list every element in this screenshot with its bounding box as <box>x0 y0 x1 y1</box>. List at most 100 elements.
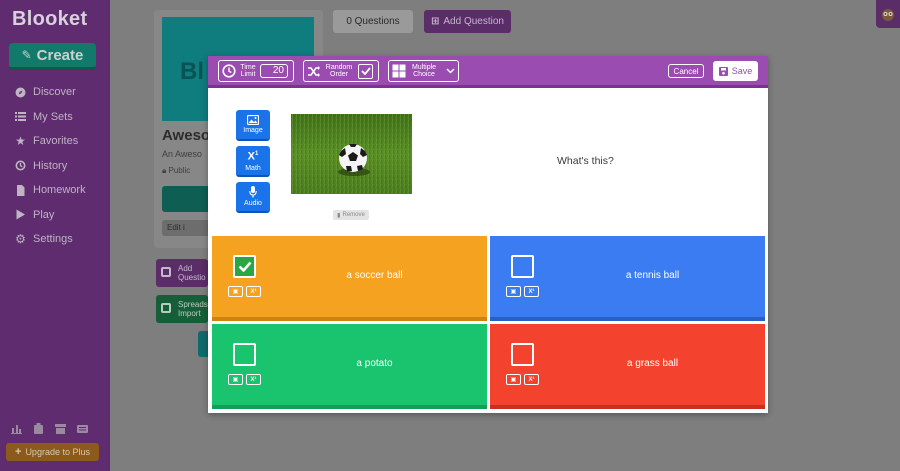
math-icon[interactable]: X¹ <box>524 286 539 297</box>
sidebar-item-label: Discover <box>33 86 76 99</box>
image-icon[interactable]: ▣ <box>228 286 243 297</box>
sidebar: Blooket ✎ Create Discover My Sets ★ Favo… <box>0 0 110 471</box>
floppy-disk-icon <box>718 66 728 76</box>
visibility-label: 🔒︎ Public <box>162 166 190 176</box>
time-limit-label: Time Limit <box>240 64 256 78</box>
history-icon <box>15 160 26 171</box>
math-icon: X1 <box>247 150 259 163</box>
math-icon[interactable]: X¹ <box>246 374 261 385</box>
answer-media-tools: ▣ X¹ <box>228 374 261 385</box>
avatar[interactable] <box>876 0 900 28</box>
time-limit-control[interactable]: Time Limit 20 <box>218 60 294 82</box>
set-cover-logo: Bl <box>180 58 204 85</box>
sidebar-item-discover[interactable]: Discover <box>15 80 86 105</box>
question-type-select[interactable]: Multiple Choice <box>388 60 459 82</box>
grid-icon <box>392 64 406 78</box>
answer-option-1[interactable]: ▣ X¹ a soccer ball <box>212 236 487 321</box>
add-audio-button[interactable]: Audio <box>236 182 270 213</box>
add-question-side-label: Add Questio <box>178 264 206 282</box>
answer-option-3[interactable]: ▣ X¹ a potato <box>212 324 487 409</box>
image-icon[interactable]: ▣ <box>506 374 521 385</box>
image-icon[interactable]: ▣ <box>506 286 521 297</box>
spreadsheet-import-label: Spreads Import <box>178 300 208 318</box>
sidebar-item-label: Settings <box>33 233 73 246</box>
star-icon: ★ <box>15 134 26 149</box>
stats-icon[interactable] <box>11 421 22 434</box>
table-icon <box>161 303 171 313</box>
lock-icon: 🔒︎ <box>162 166 167 175</box>
question-count: 0 Questions <box>333 10 413 33</box>
answer-option-4[interactable]: ▣ X¹ a grass ball <box>490 324 765 409</box>
question-editor-modal: Time Limit 20 Random Order Multiple Choi… <box>208 56 768 413</box>
answer-text[interactable]: a potato <box>212 358 487 369</box>
image-icon[interactable]: ▣ <box>228 374 243 385</box>
sidebar-item-favorites[interactable]: ★ Favorites <box>15 129 86 154</box>
math-icon[interactable]: X¹ <box>246 286 261 297</box>
question-image <box>291 114 412 194</box>
sidebar-item-label: My Sets <box>33 110 73 123</box>
set-description: An Aweso <box>162 149 202 159</box>
random-order-control[interactable]: Random Order <box>303 60 379 82</box>
sidebar-item-play[interactable]: Play <box>15 203 86 228</box>
owl-avatar-icon <box>882 9 894 21</box>
sidebar-item-label: Homework <box>33 184 86 197</box>
visibility-text: Public <box>168 166 191 175</box>
sidebar-item-my-sets[interactable]: My Sets <box>15 105 86 130</box>
question-text[interactable]: What's this? <box>557 155 614 167</box>
time-limit-input[interactable]: 20 <box>260 64 288 78</box>
blooks-icon[interactable] <box>33 421 44 434</box>
edit-info-button[interactable]: Edit i <box>162 220 210 236</box>
sidebar-nav: Discover My Sets ★ Favorites History Hom… <box>15 80 86 252</box>
microphone-icon <box>249 186 257 198</box>
market-icon[interactable] <box>55 421 66 434</box>
answer-media-tools: ▣ X¹ <box>228 286 261 297</box>
sidebar-item-history[interactable]: History <box>15 154 86 179</box>
sidebar-item-settings[interactable]: ⚙ Settings <box>15 227 86 252</box>
news-icon[interactable] <box>77 421 88 433</box>
remove-label: Remove <box>342 212 365 218</box>
image-icon <box>247 115 259 125</box>
add-question-label: Add Question <box>443 16 504 27</box>
add-question-button[interactable]: ⊞ Add Question <box>424 10 511 33</box>
random-order-label: Random Order <box>325 64 353 78</box>
plus-square-icon <box>161 267 171 277</box>
sidebar-item-label: Favorites <box>33 135 79 148</box>
shuffle-icon <box>308 65 320 77</box>
answer-text[interactable]: a grass ball <box>490 358 765 369</box>
answer-text[interactable]: a tennis ball <box>490 270 765 281</box>
answer-option-2[interactable]: ▣ X¹ a tennis ball <box>490 236 765 321</box>
add-image-button[interactable]: Image <box>236 110 270 141</box>
upgrade-button[interactable]: + Upgrade to Plus <box>6 443 99 461</box>
list-icon <box>15 111 26 122</box>
checkmark-icon <box>360 67 371 75</box>
sidebar-item-homework[interactable]: Homework <box>15 178 86 203</box>
compass-icon <box>15 87 26 98</box>
spreadsheet-import-button[interactable]: Spreads Import <box>156 295 208 323</box>
answer-text[interactable]: a soccer ball <box>212 270 487 281</box>
answer-media-tools: ▣ X¹ <box>506 374 539 385</box>
sidebar-bottom-icons <box>11 421 88 434</box>
pencil-icon: ✎ <box>21 48 32 62</box>
random-order-checkbox[interactable] <box>358 63 373 79</box>
save-label: Save <box>731 66 753 76</box>
play-icon <box>15 209 26 220</box>
plus-square-icon: ⊞ <box>431 16 440 27</box>
remove-image-button[interactable]: ▮ Remove <box>333 210 369 220</box>
add-math-button[interactable]: X1 Math <box>236 146 270 177</box>
chevron-down-icon <box>446 68 455 74</box>
answer-media-tools: ▣ X¹ <box>506 286 539 297</box>
trash-icon: ▮ <box>337 212 341 219</box>
cancel-button[interactable]: Cancel <box>668 64 704 78</box>
math-icon[interactable]: X¹ <box>524 374 539 385</box>
clock-icon <box>222 64 236 78</box>
audio-label: Audio <box>244 200 262 207</box>
blooket-logo[interactable]: Blooket <box>12 8 87 31</box>
add-question-side-button[interactable]: Add Questio <box>156 259 208 287</box>
document-icon <box>15 184 26 196</box>
modal-toolbar: Time Limit 20 Random Order Multiple Choi… <box>208 56 768 88</box>
edit-label: Edit i <box>167 223 185 232</box>
save-button[interactable]: Save <box>713 61 758 81</box>
gear-icon: ⚙ <box>15 232 26 247</box>
create-button[interactable]: ✎ Create <box>9 43 96 70</box>
set-action-button[interactable] <box>162 186 210 212</box>
